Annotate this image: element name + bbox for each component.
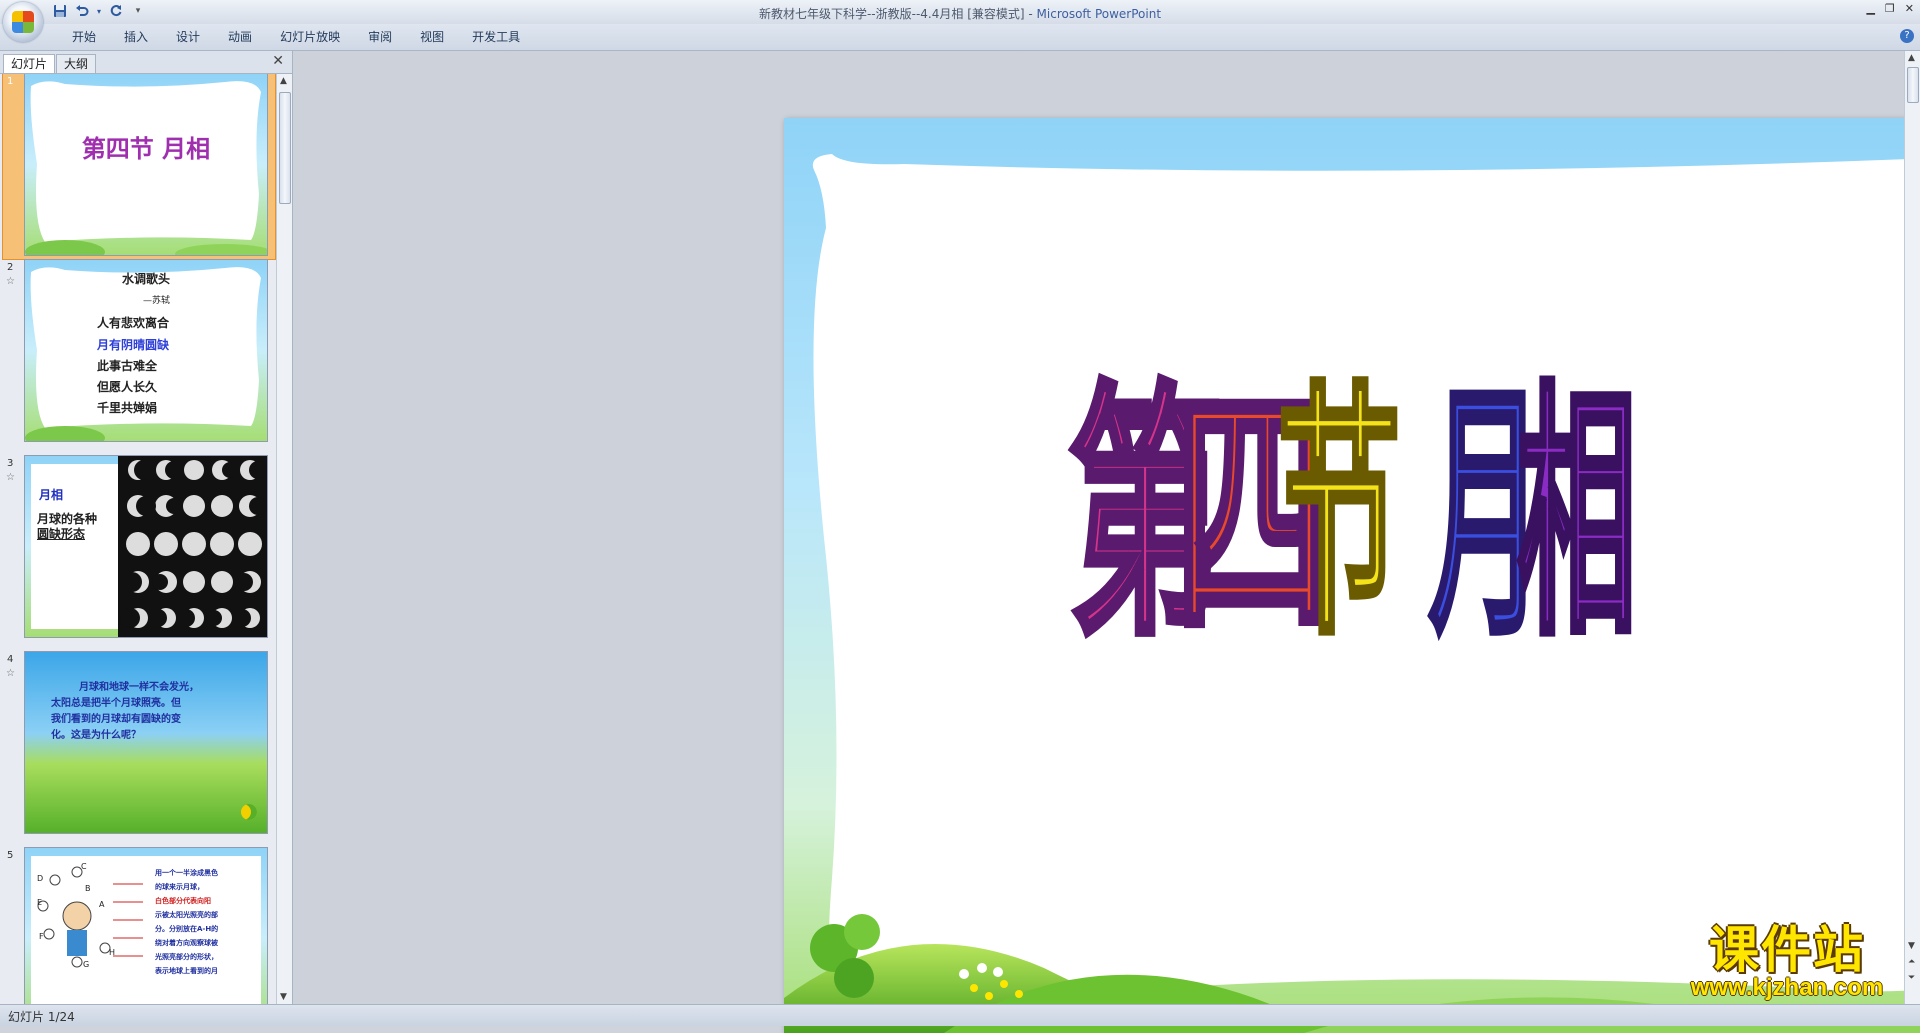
poem-line: 此事古难全 (97, 359, 158, 373)
diagram-label: H (109, 948, 116, 957)
tab-slides[interactable]: 幻灯片 (3, 54, 56, 73)
thumbnail-number: 1 (7, 76, 14, 87)
tab-home[interactable]: 开始 (58, 29, 110, 45)
scroll-down-icon[interactable]: ▼ (280, 992, 287, 1002)
slide-thumbnail-5[interactable]: D C B A E F G H 用一个一半涂成黑色 的球来示月球， 白色部分代表… (24, 847, 268, 1004)
thumbnail-text: 用一个一半涂成黑色 (155, 869, 218, 877)
thumbnail-row[interactable]: 4 ☆ 月球和地球一样不会发光， 太阳总是把半个月球照亮。但 我们看到的月球却有… (0, 646, 276, 842)
thumbnail-row[interactable]: 1 第四节 月相 (0, 74, 276, 264)
thumbnail-text: 示被太阳光照亮的部 (155, 911, 218, 919)
title-bar: ▾ ▾ 新教材七年级下科学--浙教版--4.4月相 [兼容模式] - Micro… (0, 0, 1920, 42)
thumbnail-number: 3 (7, 458, 14, 469)
poem-line: 但愿人长久 (97, 380, 158, 394)
thumbnail-text: 我们看到的月球却有圆缺的变 (51, 714, 181, 725)
thumbnail-list: 1 第四节 月相 2 ☆ 水调歌头 —苏轼 人有悲欢离合 月有阴晴圆缺 此事古难… (0, 74, 276, 1004)
status-bar: 幻灯片 1/24 (0, 1004, 1920, 1026)
poem-author: —苏轼 (143, 296, 171, 306)
scroll-up-icon[interactable]: ▲ (1908, 53, 1915, 63)
tab-view[interactable]: 视图 (406, 29, 458, 45)
slides-pane: 幻灯片 大纲 ✕ 1 第四节 月相 2 ☆ 水调歌头 —苏轼 人有悲欢离合 月有… (0, 51, 293, 1004)
moon-phases-image (118, 456, 267, 637)
slide-thumbnail-4[interactable]: 月球和地球一样不会发光， 太阳总是把半个月球照亮。但 我们看到的月球却有圆缺的变… (24, 651, 268, 834)
diagram-label: C (81, 862, 87, 871)
thumbnail-number: 4 (7, 654, 14, 665)
thumbnail-text: 分。分别放在A-H的 (155, 925, 219, 933)
title-char-5: 相 (1518, 360, 1637, 671)
scroll-down-icon[interactable]: ▼ (1908, 941, 1915, 951)
tab-review[interactable]: 审阅 (354, 29, 406, 45)
animation-star-icon: ☆ (6, 472, 15, 483)
moon-orbit-diagram (37, 866, 143, 968)
thumbnail-text: 白色部分代表向阳 (155, 897, 211, 905)
slide-thumbnail-1[interactable]: 第四节 月相 (24, 74, 268, 256)
poem-line: 千里共婵娟 (97, 401, 158, 415)
poem-title: 水调歌头 (121, 272, 170, 286)
previous-slide-icon[interactable]: ⏶ (1908, 957, 1915, 967)
slide-counter: 幻灯片 1/24 (8, 1010, 75, 1024)
moon-crescent-icon (241, 804, 257, 820)
scrollbar-thumb[interactable] (279, 92, 291, 204)
thumbnail-number: 2 (7, 262, 14, 273)
scroll-up-icon[interactable]: ▲ (280, 76, 287, 86)
thumbnail-text: 光照亮部分的形状， (155, 953, 218, 961)
watermark-logo: 课件站 www.kjzhan.com (1671, 924, 1903, 1002)
diagram-label: F (39, 932, 44, 941)
poem-line: 月有阴晴圆缺 (97, 338, 170, 352)
slide-editing-area: 第 四 节 月 相 (293, 51, 1920, 1033)
tab-animations[interactable]: 动画 (214, 29, 266, 45)
animation-star-icon: ☆ (6, 668, 15, 679)
thumbnail-text: 的球来示月球， (155, 883, 204, 891)
help-icon[interactable]: ? (1900, 29, 1914, 43)
thumbnail-text: 太阳总是把半个月球照亮。但 (51, 698, 181, 709)
office-button[interactable] (3, 2, 43, 42)
window-title: 新教材七年级下科学--浙教版--4.4月相 [兼容模式] - Microsoft… (0, 5, 1920, 22)
tab-insert[interactable]: 插入 (110, 29, 162, 45)
minimize-icon[interactable]: ▁ (1866, 2, 1874, 15)
scrollbar-thumb[interactable] (1907, 67, 1919, 103)
moon-label: 月相 (39, 488, 64, 502)
thumbnail-text: 表示地球上看到的月 (155, 967, 218, 975)
thumbnail-frame (25, 81, 267, 255)
tab-slide-show[interactable]: 幻灯片放映 (266, 29, 354, 45)
pane-tabs: 幻灯片 大纲 ✕ (0, 51, 292, 74)
slide-thumbnail-3[interactable]: 月相 月球的各种 圆缺形态 (24, 455, 268, 638)
slide-scrollbar[interactable]: ▲ ▼ ⏶ ⏷ (1904, 51, 1920, 1004)
slide-title-wordart: 第 四 节 月 相 (1066, 357, 1639, 674)
window-title-separator: - (1024, 7, 1037, 21)
diagram-label: G (83, 960, 90, 969)
tab-developer[interactable]: 开发工具 (458, 29, 534, 45)
thumbnail-number: 5 (7, 850, 14, 861)
window-controls: ▁ ❐ ✕ (1866, 2, 1914, 15)
thumbnail-text: 绕对着方向观察球被 (155, 939, 218, 947)
thumbnail-scrollbar[interactable]: ▲ ▼ (276, 74, 292, 1004)
tab-outline[interactable]: 大纲 (56, 54, 97, 73)
office-logo-icon (12, 11, 34, 33)
diagram-label: B (85, 884, 91, 893)
diagram-label: A (99, 900, 105, 909)
thumbnail-row[interactable]: 3 ☆ 月相 月球的各种 圆缺形态 (0, 450, 276, 646)
thumbnail-row[interactable]: 2 ☆ 水调歌头 —苏轼 人有悲欢离合 月有阴晴圆缺 此事古难全 但愿人长久 千… (0, 254, 276, 450)
diagram-label: E (37, 898, 43, 907)
thumbnail-row[interactable]: 5 D C B A E F G H 用一个一半涂成黑色 的球来示月球， 白色部分… (0, 842, 276, 1004)
window-title-document: 新教材七年级下科学--浙教版--4.4月相 [兼容模式] (758, 7, 1025, 21)
watermark-url: www.kjzhan.com (1690, 974, 1884, 1001)
moon-label: 圆缺形态 (37, 527, 86, 541)
close-icon[interactable]: ✕ (1905, 2, 1914, 15)
restore-icon[interactable]: ❐ (1885, 2, 1895, 15)
thumbnail-title: 第四节 月相 (81, 135, 211, 163)
diagram-label: D (37, 874, 44, 883)
ribbon-tabs: 开始 插入 设计 动画 幻灯片放映 审阅 视图 开发工具 ? (0, 24, 1920, 51)
window-title-app: Microsoft PowerPoint (1036, 7, 1162, 21)
thumbnail-text: 化。这是为什么呢？ (51, 730, 141, 741)
poem-line: 人有悲欢离合 (97, 316, 170, 330)
title-char-3: 节 (1278, 360, 1401, 671)
next-slide-icon[interactable]: ⏷ (1908, 973, 1915, 983)
tab-design[interactable]: 设计 (162, 29, 214, 45)
animation-star-icon: ☆ (6, 276, 15, 287)
watermark-text: 课件站 (1709, 921, 1865, 979)
slide-thumbnail-2[interactable]: 水调歌头 —苏轼 人有悲欢离合 月有阴晴圆缺 此事古难全 但愿人长久 千里共婵娟 (24, 259, 268, 442)
current-slide[interactable]: 第 四 节 月 相 (784, 118, 1920, 1033)
thumbnail-text: 月球和地球一样不会发光， (79, 682, 199, 693)
pane-close-icon[interactable]: ✕ (272, 53, 284, 69)
